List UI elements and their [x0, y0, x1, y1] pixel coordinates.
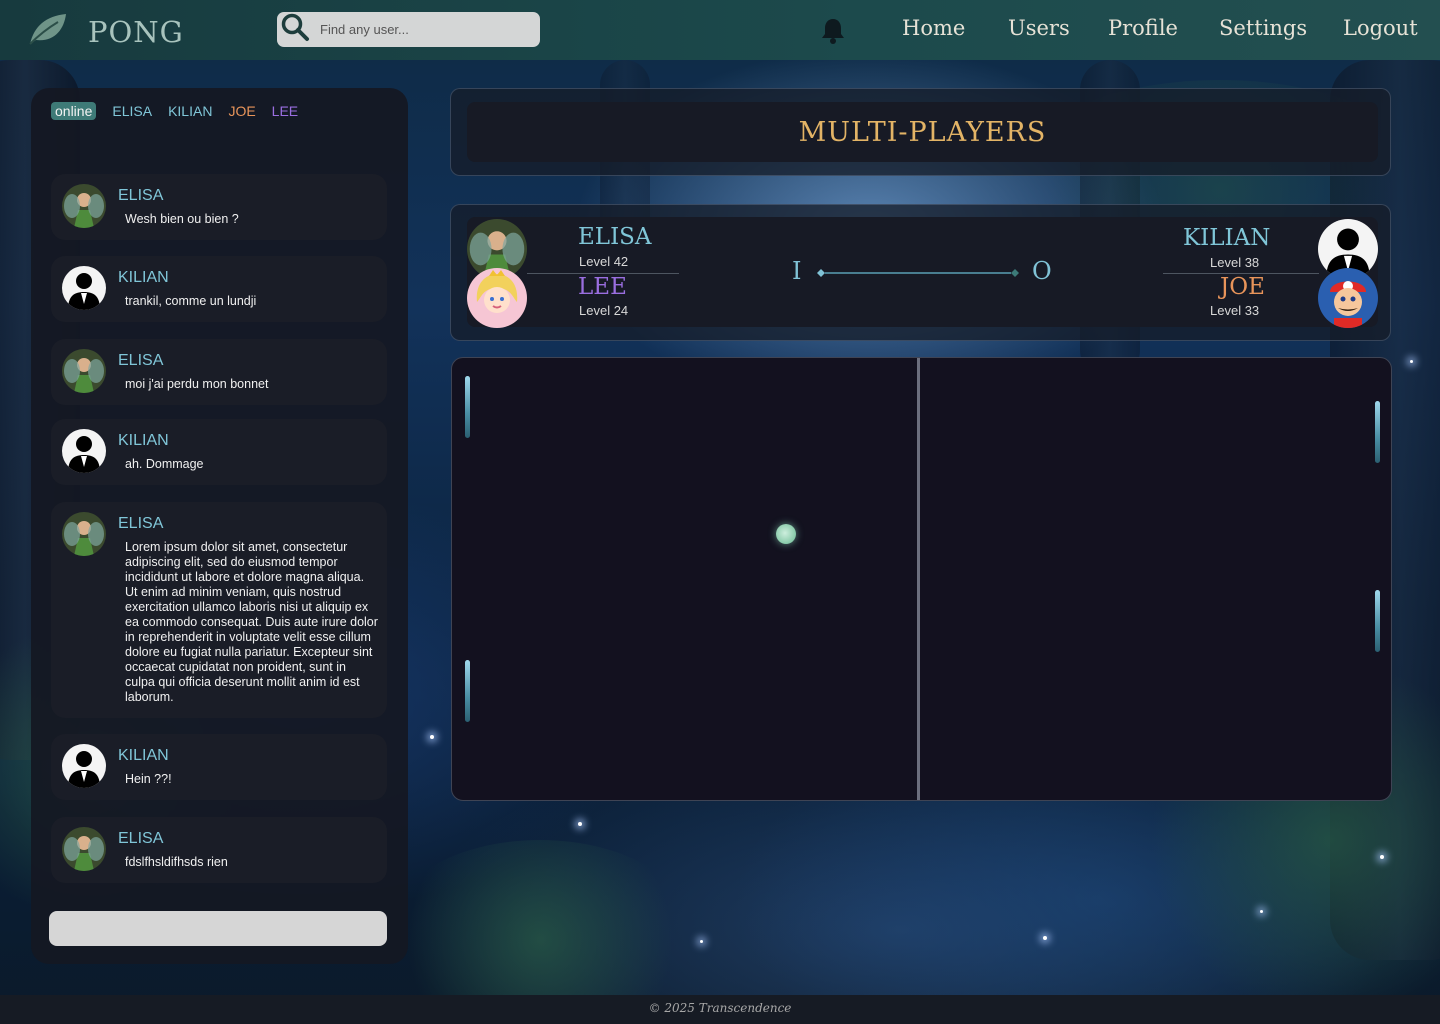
search-icon[interactable]	[277, 12, 310, 47]
message-text: fdslfhsldifhsds rien	[125, 855, 228, 869]
online-user[interactable]: JOE	[228, 103, 255, 119]
message-text: moi j'ai perdu mon bonnet	[125, 377, 269, 391]
online-users: online ELISA KILIAN JOE LEE	[51, 102, 298, 120]
top-navbar: PONG Home Users Profile Settings Logout	[0, 0, 1440, 60]
ball	[776, 524, 796, 544]
silhouette-avatar[interactable]	[62, 266, 106, 310]
plumber-avatar[interactable]	[1318, 268, 1378, 328]
fairy-avatar[interactable]	[62, 349, 106, 393]
player-name[interactable]: ELISA	[578, 224, 652, 250]
message-text: Hein ??!	[125, 772, 172, 786]
paddle-right-top	[1375, 401, 1380, 463]
player-name[interactable]: JOE	[1220, 274, 1265, 300]
player-level: Level 33	[1210, 303, 1260, 318]
center-net	[917, 358, 920, 800]
search-input[interactable]	[320, 22, 520, 37]
silhouette-avatar[interactable]	[62, 429, 106, 473]
silhouette-avatar[interactable]	[62, 744, 106, 788]
fairy-avatar[interactable]	[62, 512, 106, 556]
player-level: Level 38	[1210, 255, 1260, 270]
message-text: Wesh bien ou bien ?	[125, 212, 239, 226]
brand-name: PONG	[88, 14, 184, 49]
chat-message: ELISA fdslfhsldifhsds rien	[51, 817, 387, 883]
online-badge: online	[51, 102, 97, 120]
online-user[interactable]: KILIAN	[168, 103, 212, 119]
chat-message: KILIAN trankil, comme un lundji	[51, 256, 387, 322]
online-user[interactable]: ELISA	[112, 103, 152, 119]
scoreboard: ELISA Level 42 LEE Level 24 I O KILIAN L…	[450, 204, 1391, 341]
chat-message: ELISA Wesh bien ou bien ?	[51, 174, 387, 240]
nav-settings[interactable]: Settings	[1219, 16, 1307, 40]
game-title: MULTI-PLAYERS	[798, 116, 1047, 148]
paddle-right-bottom	[1375, 590, 1380, 652]
game-title-box: MULTI-PLAYERS	[467, 102, 1378, 162]
pong-court[interactable]	[451, 357, 1392, 801]
message-text: ah. Dommage	[125, 457, 204, 471]
player-name[interactable]: LEE	[578, 274, 627, 300]
chat-message-input[interactable]	[49, 911, 387, 946]
nav-profile[interactable]: Profile	[1108, 16, 1178, 40]
message-author[interactable]: ELISA	[118, 352, 163, 370]
nav-users[interactable]: Users	[1008, 16, 1070, 40]
scoreboard-inner: ELISA Level 42 LEE Level 24 I O KILIAN L…	[467, 217, 1378, 328]
message-author[interactable]: KILIAN	[118, 432, 169, 450]
message-author[interactable]: ELISA	[118, 830, 163, 848]
message-author[interactable]: KILIAN	[118, 269, 169, 287]
player-level: Level 42	[579, 254, 629, 269]
brand[interactable]: PONG	[28, 12, 184, 51]
footer: © 2025 Transcendence	[0, 995, 1440, 1024]
message-author[interactable]: ELISA	[118, 515, 163, 533]
message-author[interactable]: KILIAN	[118, 747, 169, 765]
user-search	[277, 12, 540, 47]
chat-message: KILIAN ah. Dommage	[51, 419, 387, 485]
paddle-left-bottom	[465, 660, 470, 722]
chat-message: ELISA Lorem ipsum dolor sit amet, consec…	[51, 502, 387, 718]
game-title-frame: MULTI-PLAYERS	[450, 88, 1391, 176]
princess-avatar[interactable]	[467, 268, 527, 328]
chat-message: ELISA moi j'ai perdu mon bonnet	[51, 339, 387, 405]
online-user[interactable]: LEE	[272, 103, 298, 119]
message-author[interactable]: ELISA	[118, 187, 163, 205]
player-name[interactable]: KILIAN	[1183, 225, 1270, 251]
score-separator-icon	[815, 266, 1021, 284]
copyright: © 2025 Transcendence	[648, 1001, 792, 1015]
fairy-avatar[interactable]	[62, 827, 106, 871]
score-left: I	[792, 257, 802, 285]
nav-logout[interactable]: Logout	[1343, 16, 1418, 40]
player-level: Level 24	[579, 303, 629, 318]
score-right: O	[1032, 257, 1052, 285]
paddle-left-top	[465, 376, 470, 438]
chat-message: KILIAN Hein ??!	[51, 734, 387, 800]
bell-icon[interactable]	[820, 17, 846, 50]
message-text: trankil, comme un lundji	[125, 294, 257, 308]
message-text: Lorem ipsum dolor sit amet, consectetur …	[125, 540, 378, 704]
chat-panel: online ELISA KILIAN JOE LEE ELISA Wesh b…	[31, 88, 408, 964]
leaf-logo-icon	[28, 12, 68, 51]
fairy-avatar[interactable]	[62, 184, 106, 228]
nav-home[interactable]: Home	[902, 16, 965, 40]
